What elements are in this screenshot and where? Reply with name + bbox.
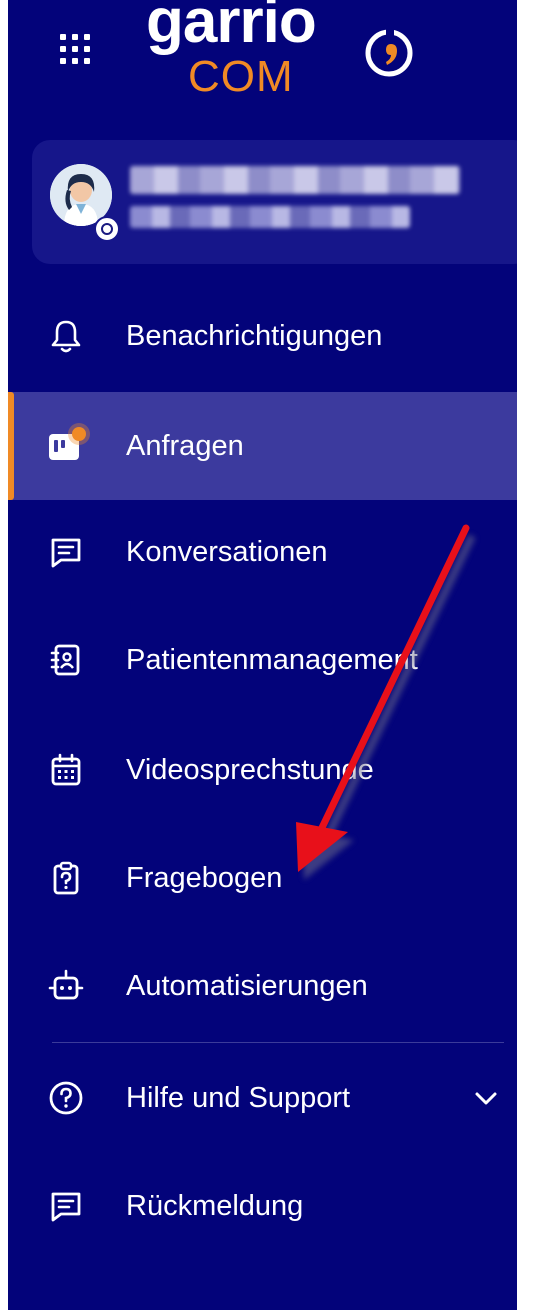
chevron-down-icon[interactable] (470, 1082, 502, 1114)
nav-item-help-support[interactable]: Hilfe und Support (8, 1044, 525, 1152)
contacts-book-icon (50, 644, 80, 676)
help-circle-icon (49, 1081, 83, 1115)
nav-item-notifications[interactable]: Benachrichtigungen (8, 282, 525, 390)
nav-label: Hilfe und Support (126, 1082, 351, 1114)
logo-ring-icon (365, 28, 413, 77)
user-profile-card[interactable] (32, 140, 525, 264)
message-icon (51, 1192, 81, 1222)
robot-icon (48, 969, 84, 1000)
page-edge (517, 0, 525, 1310)
message-icon (51, 538, 81, 568)
brand-logo[interactable]: garrio COM (146, 0, 426, 110)
board-icon (49, 423, 90, 460)
bell-icon (51, 320, 81, 353)
nav-label: Videosprechstunde (126, 754, 374, 786)
logo-wordmark: garrio (146, 0, 317, 56)
nav-label: Benachrichtigungen (126, 320, 383, 352)
nav-label: Patientenmanagement (126, 644, 418, 676)
nav-label: Rückmeldung (126, 1190, 304, 1222)
divider (52, 1042, 504, 1043)
nav-item-feedback[interactable]: Rückmeldung (8, 1152, 525, 1260)
status-badge (94, 216, 120, 242)
user-role-redacted (130, 206, 410, 228)
nav-item-conversations[interactable]: Konversationen (8, 498, 525, 606)
sidebar: garrio COM Benachrichtigungen Anfragen K… (8, 0, 525, 1310)
nav-item-patients[interactable]: Patientenmanagement (8, 606, 525, 714)
nav-label: Fragebogen (126, 862, 283, 894)
nav-item-questionnaire[interactable]: Fragebogen (8, 824, 525, 932)
nav-item-video-consultation[interactable]: Videosprechstunde (8, 716, 525, 824)
nav-label: Automatisierungen (126, 970, 368, 1002)
user-name-redacted (130, 166, 460, 194)
nav-label: Konversationen (126, 536, 328, 568)
grid-icon[interactable] (60, 34, 92, 66)
clipboard-question-icon (53, 861, 79, 895)
nav-label: Anfragen (126, 430, 244, 462)
nav-item-automations[interactable]: Automatisierungen (8, 932, 525, 1040)
calendar-icon (51, 753, 81, 786)
logo-subtitle: COM (188, 52, 294, 101)
nav-item-requests[interactable]: Anfragen (8, 392, 525, 500)
